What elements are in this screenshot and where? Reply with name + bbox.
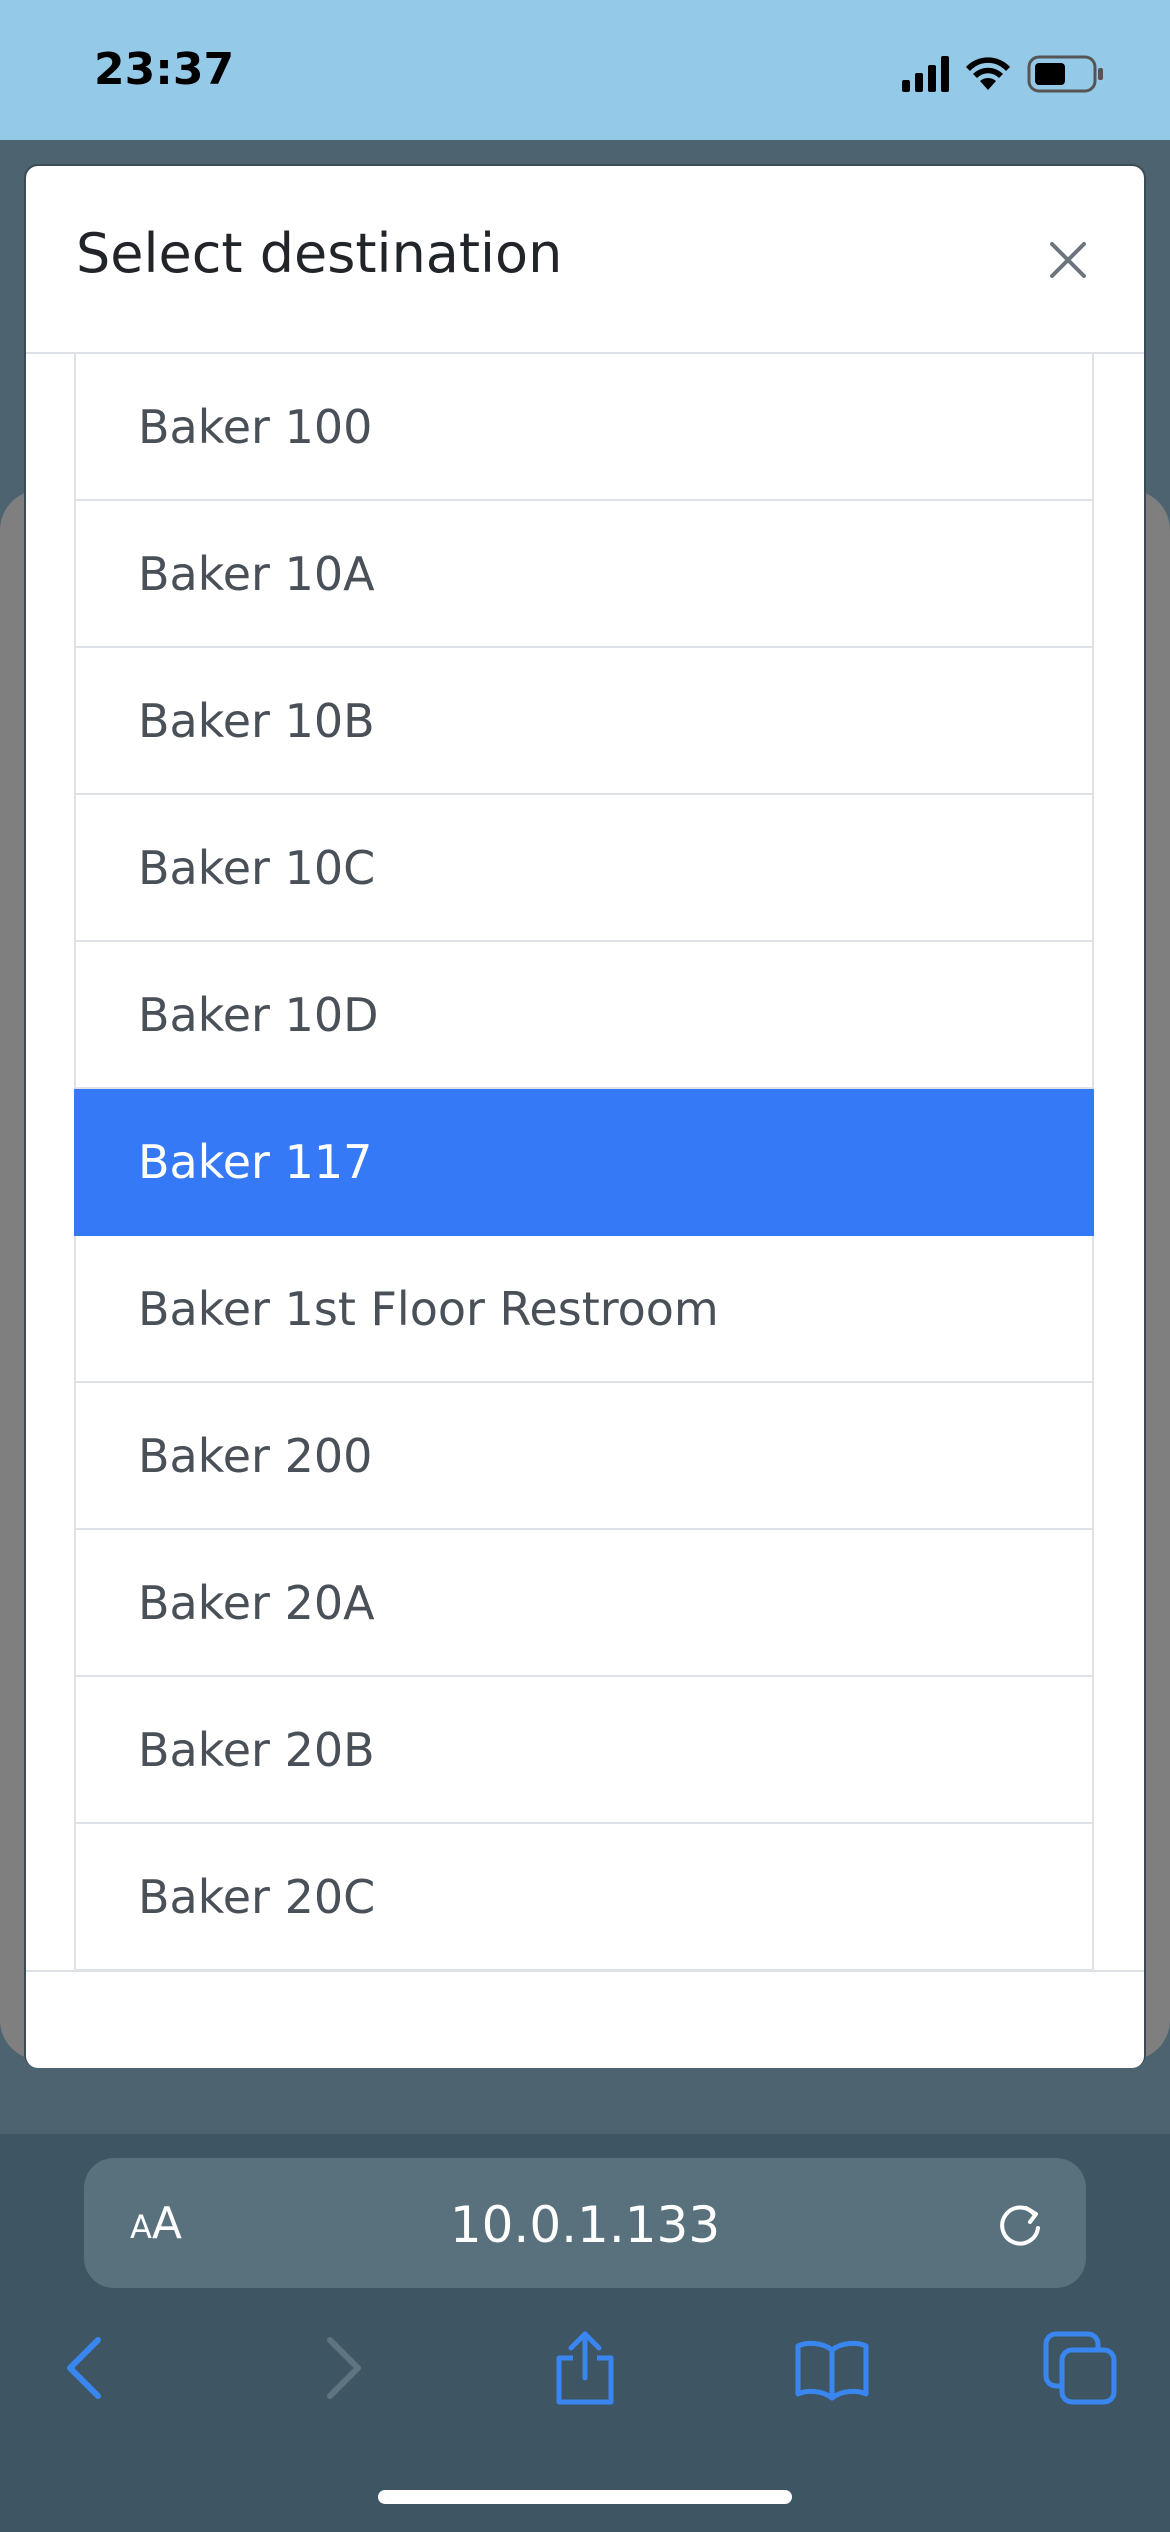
list-item[interactable]: Baker 20B xyxy=(74,1677,1094,1824)
list-item[interactable]: Baker 10D xyxy=(74,942,1094,1089)
tabs-icon[interactable] xyxy=(1040,2328,1120,2408)
list-item[interactable]: Baker 20C xyxy=(74,1824,1094,1971)
destination-list-inner: Baker 100 Baker 10A Baker 10B Baker 10C … xyxy=(74,354,1094,1971)
url-text[interactable]: 10.0.1.133 xyxy=(84,2196,1086,2254)
list-item-label: Baker 20C xyxy=(138,1869,376,1924)
bookmarks-icon[interactable] xyxy=(792,2328,872,2408)
close-icon[interactable] xyxy=(1036,228,1100,292)
destination-list[interactable]: Baker 100 Baker 10A Baker 10B Baker 10C … xyxy=(74,354,1094,2136)
list-item[interactable]: Baker 10C xyxy=(74,795,1094,942)
list-item[interactable]: Baker 100 xyxy=(74,354,1094,501)
list-item-label: Baker 1st Floor Restroom xyxy=(138,1281,719,1336)
battery-icon xyxy=(1027,55,1103,93)
list-item-label: Baker 117 xyxy=(138,1134,373,1189)
home-indicator[interactable] xyxy=(378,2490,792,2504)
list-item-label: Baker 200 xyxy=(138,1428,373,1483)
back-icon[interactable] xyxy=(48,2328,128,2408)
list-item-label: Baker 10B xyxy=(138,693,375,748)
status-icons xyxy=(902,55,1103,93)
address-bar[interactable]: AA 10.0.1.133 xyxy=(84,2158,1086,2288)
list-item-selected[interactable]: Baker 117 xyxy=(74,1089,1094,1236)
status-bar: 23:37 xyxy=(0,0,1170,140)
list-item[interactable]: Baker 10B xyxy=(74,648,1094,795)
modal-header: Select destination xyxy=(26,166,1144,354)
list-item-label: Baker 10A xyxy=(138,546,375,601)
share-icon[interactable] xyxy=(545,2328,625,2408)
cellular-signal-icon xyxy=(902,56,949,92)
list-item[interactable]: Baker 200 xyxy=(74,1383,1094,1530)
status-time: 23:37 xyxy=(94,44,235,95)
wifi-icon xyxy=(966,57,1010,90)
list-item[interactable]: Baker 1st Floor Restroom xyxy=(74,1236,1094,1383)
browser-toolbar: AA 10.0.1.133 xyxy=(0,2134,1170,2532)
list-item-label: Baker 10C xyxy=(138,840,376,895)
list-item-label: Baker 20B xyxy=(138,1722,375,1777)
modal-footer xyxy=(26,1970,1144,2068)
list-item-label: Baker 20A xyxy=(138,1575,375,1630)
modal-title: Select destination xyxy=(76,222,563,285)
list-item-label: Baker 10D xyxy=(138,987,379,1042)
list-item-label: Baker 100 xyxy=(138,399,373,454)
list-item[interactable]: Baker 20A xyxy=(74,1530,1094,1677)
forward-icon[interactable] xyxy=(300,2328,380,2408)
list-item[interactable]: Baker 10A xyxy=(74,501,1094,648)
select-destination-modal: Select destination Baker 100 Baker 10A B… xyxy=(26,166,1144,2068)
reload-icon[interactable] xyxy=(992,2196,1048,2252)
